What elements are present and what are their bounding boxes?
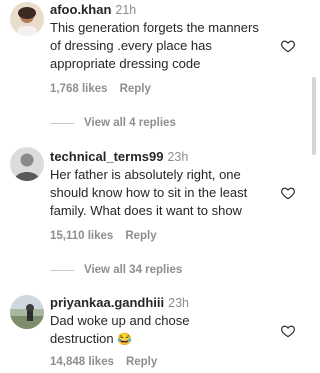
heart-outline-icon[interactable] — [280, 185, 296, 201]
comment-text: Her father is absolutely right, one shou… — [50, 167, 248, 218]
scrollbar-thumb[interactable] — [312, 77, 316, 155]
divider — [50, 269, 74, 271]
avatar[interactable] — [10, 295, 44, 329]
heart-outline-icon[interactable] — [280, 323, 296, 339]
view-replies-button[interactable]: View all 34 replies — [50, 263, 182, 277]
scrollbar[interactable] — [312, 0, 316, 373]
heart-outline-icon[interactable] — [280, 38, 296, 54]
reply-button[interactable]: Reply — [125, 230, 156, 242]
divider — [50, 122, 74, 124]
view-replies-label: View all 4 replies — [84, 117, 176, 129]
comment-text: This generation forgets the manners of d… — [50, 20, 259, 71]
laughing-emoji-icon: 😂 — [117, 332, 133, 346]
comment-time: 21h — [115, 3, 137, 17]
comment-username[interactable]: technical_terms99 — [50, 149, 163, 164]
view-replies-label: View all 34 replies — [84, 264, 183, 276]
like-count[interactable]: 14,848 likes — [50, 356, 114, 368]
comment-time: 23h — [168, 296, 190, 310]
view-replies-button[interactable]: View all 4 replies — [50, 116, 176, 130]
comment-username[interactable]: priyankaa.gandhiii — [50, 295, 164, 310]
like-count[interactable]: 1,768 likes — [50, 83, 108, 95]
reply-button[interactable]: Reply — [126, 356, 157, 368]
comment-username[interactable]: afoo.khan — [50, 2, 111, 17]
like-count[interactable]: 15,110 likes — [50, 230, 113, 242]
avatar[interactable] — [10, 2, 44, 36]
comment-time: 23h — [167, 150, 189, 164]
avatar[interactable] — [10, 147, 44, 181]
reply-button[interactable]: Reply — [120, 83, 151, 95]
